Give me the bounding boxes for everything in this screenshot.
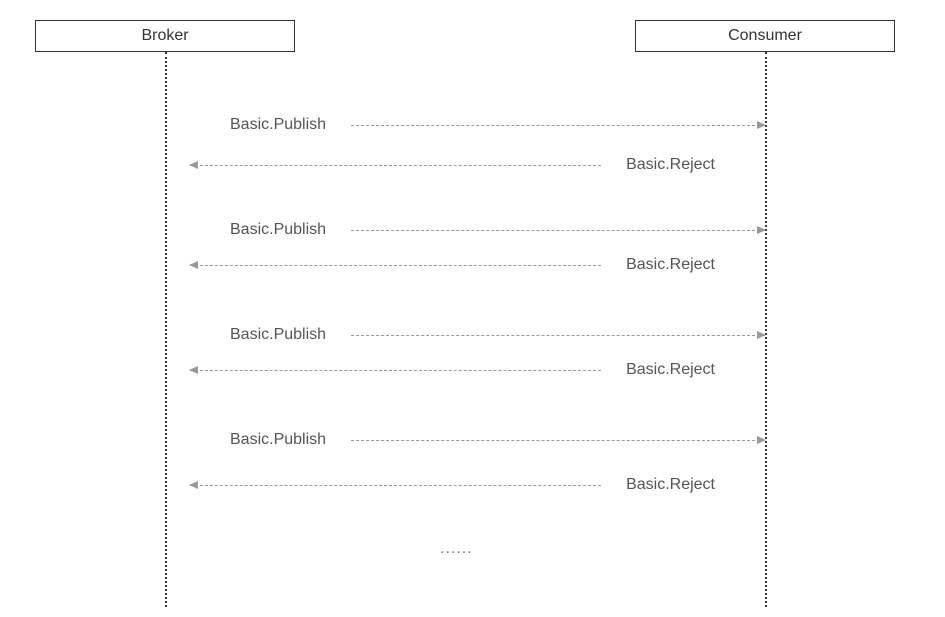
sequence-diagram: Broker Consumer Basic.Publish Basic.Rejec… (0, 0, 945, 617)
message-label: Basic.Publish (230, 326, 326, 344)
arrow-right-icon (757, 331, 766, 339)
participant-consumer: Consumer (635, 20, 895, 52)
arrow-line-right (351, 125, 765, 126)
participant-broker-label: Broker (141, 27, 188, 44)
arrow-right-icon (757, 436, 766, 444)
lifeline-consumer (765, 52, 767, 607)
ellipsis-text: ...... (440, 540, 473, 558)
message-reject: Basic.Reject (165, 150, 765, 180)
participant-broker: Broker (35, 20, 295, 52)
arrow-line-right (351, 230, 765, 231)
arrow-right-icon (757, 226, 766, 234)
message-label: Basic.Reject (626, 256, 715, 274)
arrow-left-icon (189, 481, 198, 489)
arrow-line-right (351, 335, 765, 336)
arrow-left-icon (189, 161, 198, 169)
message-label: Basic.Publish (230, 116, 326, 134)
message-label: Basic.Reject (626, 156, 715, 174)
arrow-line-left (190, 165, 601, 166)
arrow-line-left (190, 265, 601, 266)
message-label: Basic.Publish (230, 431, 326, 449)
arrow-line-right (351, 440, 765, 441)
arrow-line-left (190, 485, 601, 486)
message-publish: Basic.Publish (165, 320, 765, 350)
message-publish: Basic.Publish (165, 425, 765, 455)
message-publish: Basic.Publish (165, 215, 765, 245)
arrow-line-left (190, 370, 601, 371)
message-label: Basic.Reject (626, 476, 715, 494)
message-label: Basic.Reject (626, 361, 715, 379)
message-publish: Basic.Publish (165, 110, 765, 140)
message-reject: Basic.Reject (165, 250, 765, 280)
arrow-left-icon (189, 261, 198, 269)
arrow-right-icon (757, 121, 766, 129)
message-label: Basic.Publish (230, 221, 326, 239)
message-reject: Basic.Reject (165, 470, 765, 500)
arrow-left-icon (189, 366, 198, 374)
message-reject: Basic.Reject (165, 355, 765, 385)
participant-consumer-label: Consumer (728, 27, 802, 44)
